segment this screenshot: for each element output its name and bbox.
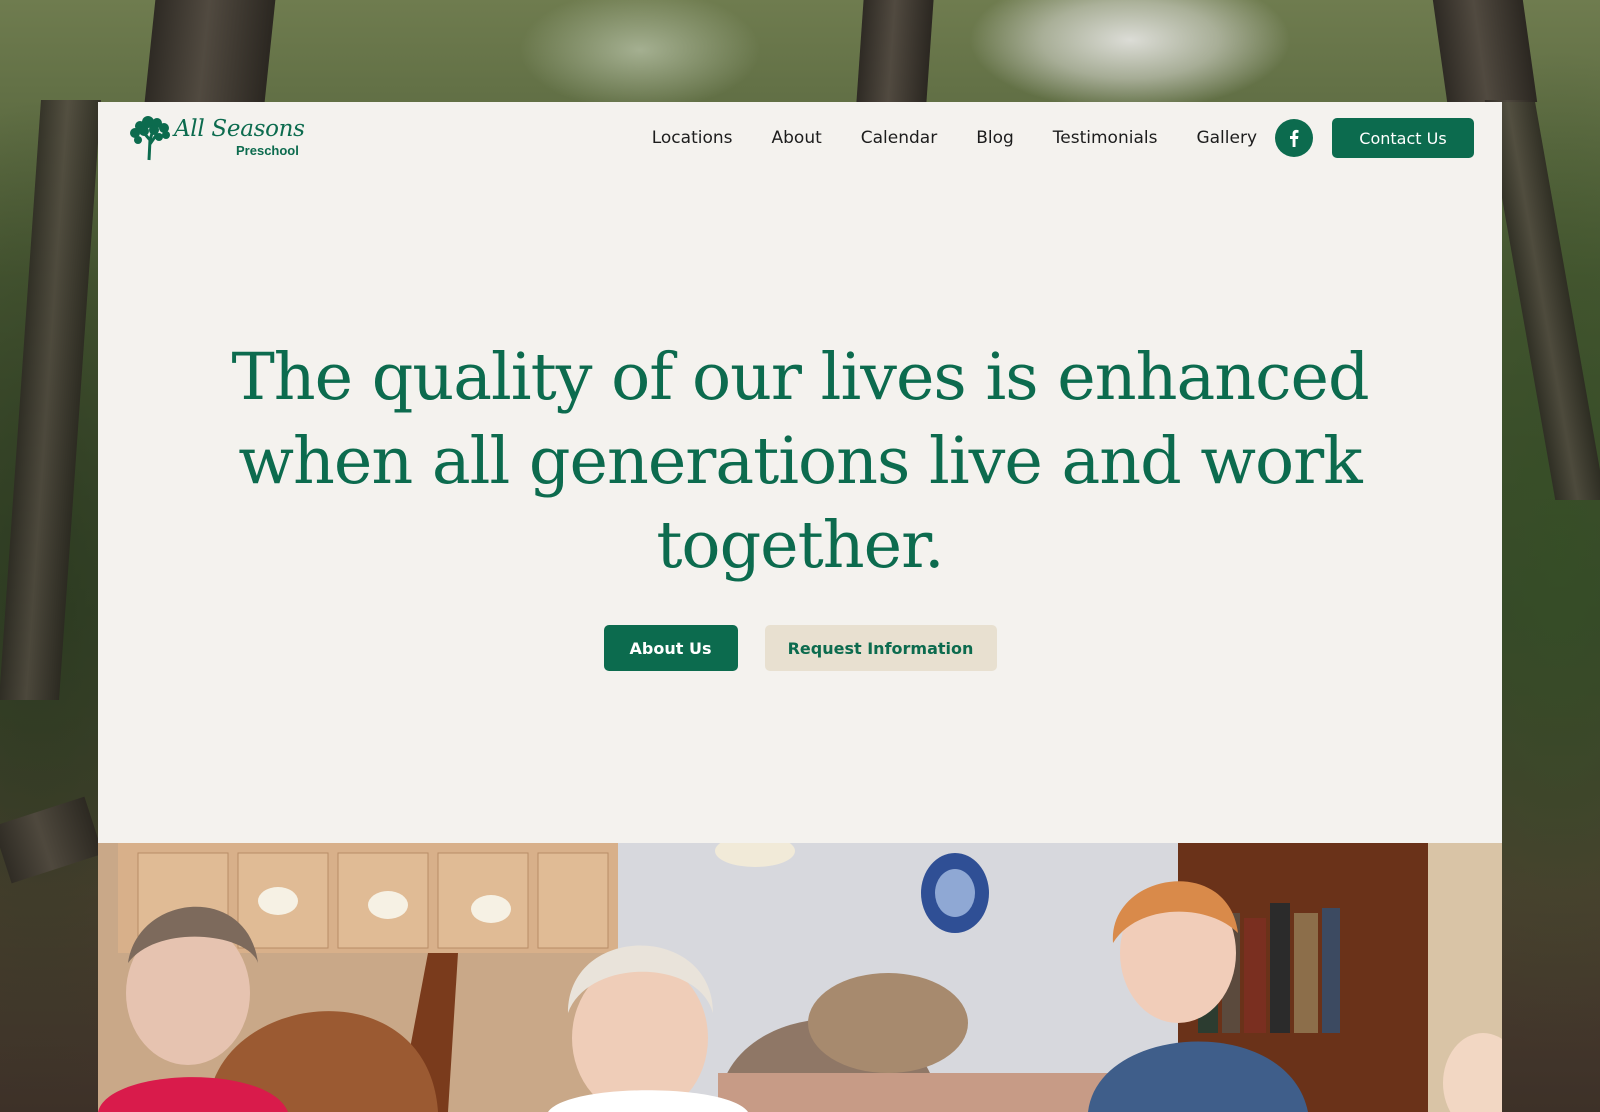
facebook-button[interactable] [1275,119,1313,157]
fallen-log [0,796,103,884]
facebook-icon [1290,129,1299,147]
tree-trunk [1484,100,1600,500]
site-logo[interactable]: All Seasons Preschool [126,116,306,162]
hero-section: The quality of our lives is enhanced whe… [98,336,1502,588]
nav-item-calendar[interactable]: Calendar [861,128,937,148]
request-information-button[interactable]: Request Information [764,625,997,671]
main-content-card: All Seasons Preschool Locations About Ca… [98,102,1502,1112]
site-header: All Seasons Preschool Locations About Ca… [98,102,1502,174]
logo-wordmark: All Seasons [174,116,305,142]
hero-button-group: About Us Request Information [98,625,1502,671]
logo-subtitle: Preschool [236,143,299,158]
nav-item-blog[interactable]: Blog [976,128,1014,148]
nav-item-gallery[interactable]: Gallery [1196,128,1257,148]
tree-trunk [0,100,101,700]
about-us-button[interactable]: About Us [603,625,738,671]
intergenerational-photo [98,843,1502,1112]
tree-logo-icon [130,116,170,161]
tree-trunk [144,0,276,102]
nav-item-locations[interactable]: Locations [652,128,733,148]
tree-trunk [1432,0,1538,102]
photo-illustration [98,843,1502,1112]
contact-us-button[interactable]: Contact Us [1332,118,1474,158]
main-navigation: Locations About Calendar Blog Testimonia… [652,102,1474,174]
hero-headline: The quality of our lives is enhanced whe… [231,340,1369,583]
nav-item-testimonials[interactable]: Testimonials [1053,128,1158,148]
tree-trunk [856,0,934,102]
nav-item-about[interactable]: About [772,128,822,148]
